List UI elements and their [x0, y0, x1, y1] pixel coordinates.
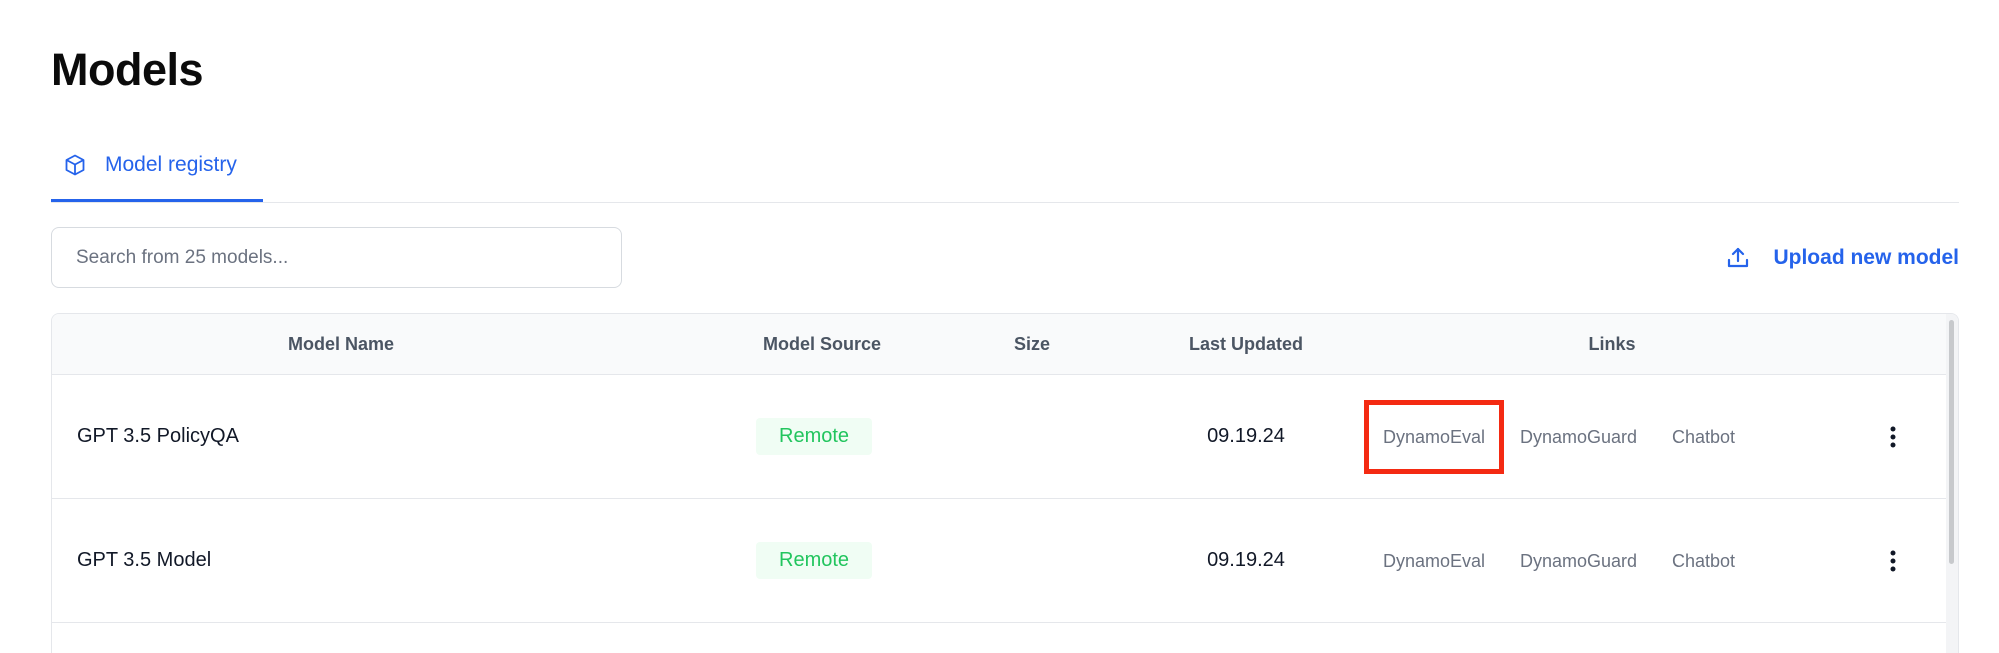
model-name[interactable]: GPT 3.5 PolicyQA — [77, 375, 239, 498]
column-header-links: Links — [1588, 334, 1636, 354]
scrollbar-thumb[interactable] — [1949, 320, 1954, 564]
more-options-icon[interactable] — [1873, 541, 1913, 581]
dynamoguard-link[interactable]: DynamoGuard — [1520, 543, 1637, 579]
dynamoeval-link[interactable]: DynamoEval — [1363, 400, 1505, 474]
table-row[interactable]: GPT 3.5 Model Remote 09.19.24 DynamoEval… — [52, 499, 1958, 623]
dynamoguard-link[interactable]: DynamoGuard — [1520, 419, 1637, 455]
upload-new-model-button[interactable]: Upload new model — [1725, 238, 1959, 278]
tab-label: Model registry — [105, 152, 237, 176]
column-header-last-updated[interactable]: Last Updated — [1166, 314, 1326, 375]
page-title: Models — [51, 44, 204, 95]
column-header-size[interactable]: Size — [992, 314, 1072, 375]
chatbot-link[interactable]: Chatbot — [1672, 419, 1735, 455]
model-name[interactable]: GPT 3.5 Model — [77, 499, 211, 622]
cube-icon — [63, 153, 87, 177]
chatbot-link[interactable]: Chatbot — [1672, 543, 1735, 579]
tab-model-registry[interactable]: Model registry — [51, 130, 263, 202]
source-badge: Remote — [756, 418, 873, 455]
tab-bar: Model registry — [51, 130, 1959, 203]
upload-icon — [1725, 245, 1751, 271]
table-row[interactable]: GPT 3.5 PolicyQA Remote 09.19.24 DynamoE… — [52, 375, 1958, 499]
model-source: Remote — [756, 375, 873, 498]
models-page: Models Model registry Upload new model — [0, 0, 1999, 653]
last-updated: 09.19.24 — [1207, 549, 1285, 571]
models-table: Model Name Model Source Size Last Update… — [51, 313, 1959, 653]
column-header-model-name[interactable]: Model Name — [231, 314, 451, 375]
upload-label: Upload new model — [1773, 246, 1959, 269]
search-input[interactable] — [51, 227, 622, 288]
column-header-model-source[interactable]: Model Source — [742, 314, 902, 375]
source-badge: Remote — [756, 542, 873, 579]
table-header: Model Name Model Source Size Last Update… — [52, 314, 1958, 375]
last-updated: 09.19.24 — [1207, 425, 1285, 447]
model-source: Remote — [756, 499, 873, 622]
vertical-scrollbar[interactable] — [1946, 314, 1958, 653]
dynamoeval-link[interactable]: DynamoEval — [1383, 543, 1485, 579]
more-options-icon[interactable] — [1873, 417, 1913, 457]
